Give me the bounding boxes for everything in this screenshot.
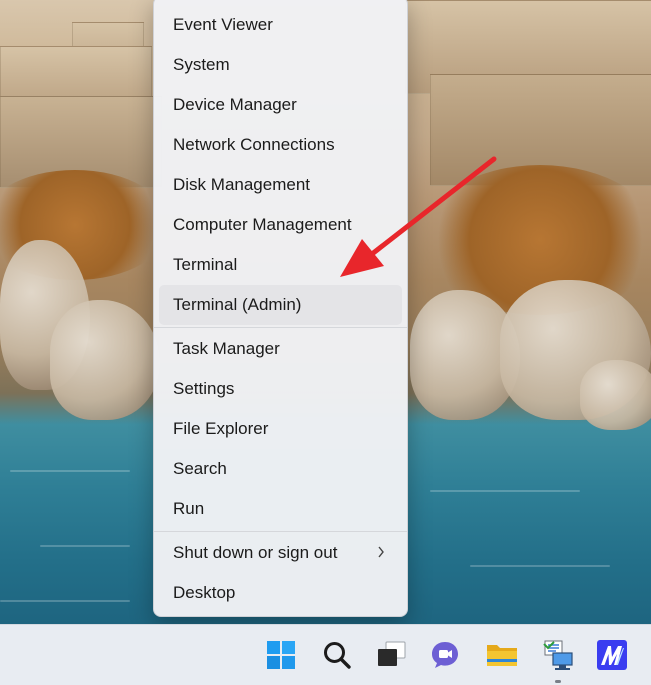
menu-separator (154, 531, 407, 532)
wallpaper-wave (470, 565, 610, 567)
remote-desktop-icon[interactable] (540, 637, 576, 673)
menu-item-label: Terminal (Admin) (173, 295, 302, 314)
menu-item-computer-management[interactable]: Computer Management (159, 205, 402, 245)
menu-item-label: Device Manager (173, 95, 297, 114)
menu-item-settings[interactable]: Settings (159, 369, 402, 409)
menu-item-terminal-admin[interactable]: Terminal (Admin) (159, 285, 402, 325)
wallpaper-wave (10, 470, 130, 472)
menu-item-desktop[interactable]: Desktop (159, 573, 402, 613)
menu-item-label: Disk Management (173, 175, 311, 194)
taskbar (0, 624, 651, 685)
wallpaper-wave (0, 600, 130, 602)
menu-item-search[interactable]: Search (159, 449, 402, 489)
menu-item-label: Task Manager (173, 339, 280, 358)
winx-context-menu: Event Viewer System Device Manager Network … (153, 0, 408, 617)
menu-item-label: File Explorer (173, 419, 269, 438)
menu-item-label: Desktop (173, 583, 236, 602)
menu-item-label: Network Connections (173, 135, 335, 154)
menu-item-task-manager[interactable]: Task Manager (159, 329, 402, 369)
menu-item-label: Terminal (173, 255, 238, 274)
menu-separator (154, 327, 407, 328)
menu-item-label: System (173, 55, 230, 74)
menu-item-run[interactable]: Run (159, 489, 402, 529)
menu-item-network-connections[interactable]: Network Connections (159, 125, 402, 165)
chevron-right-icon (378, 546, 384, 558)
menu-item-event-viewer[interactable]: Event Viewer (159, 5, 402, 45)
file-explorer-icon[interactable] (484, 637, 520, 673)
start-icon[interactable] (263, 637, 299, 673)
app-icon[interactable] (594, 637, 630, 673)
search-icon[interactable] (319, 637, 355, 673)
menu-item-label: Event Viewer (173, 15, 273, 34)
wallpaper-rock-2 (50, 300, 160, 420)
menu-item-label: Search (173, 459, 227, 478)
active-app-indicator (555, 680, 561, 683)
menu-item-label: Settings (173, 379, 235, 398)
chat-icon[interactable] (427, 637, 463, 673)
wallpaper-wave (430, 490, 580, 492)
menu-item-shut-down-or-sign-out[interactable]: Shut down or sign out (159, 533, 402, 573)
wallpaper-wave (40, 545, 130, 547)
menu-item-terminal[interactable]: Terminal (159, 245, 402, 285)
menu-item-disk-management[interactable]: Disk Management (159, 165, 402, 205)
task-view-icon[interactable] (373, 637, 409, 673)
menu-item-device-manager[interactable]: Device Manager (159, 85, 402, 125)
menu-item-system[interactable]: System (159, 45, 402, 85)
menu-item-label: Shut down or sign out (173, 543, 338, 562)
menu-item-label: Computer Management (173, 215, 352, 234)
menu-item-label: Run (173, 499, 205, 518)
menu-item-file-explorer[interactable]: File Explorer (159, 409, 402, 449)
wallpaper-rock-5 (580, 360, 651, 430)
